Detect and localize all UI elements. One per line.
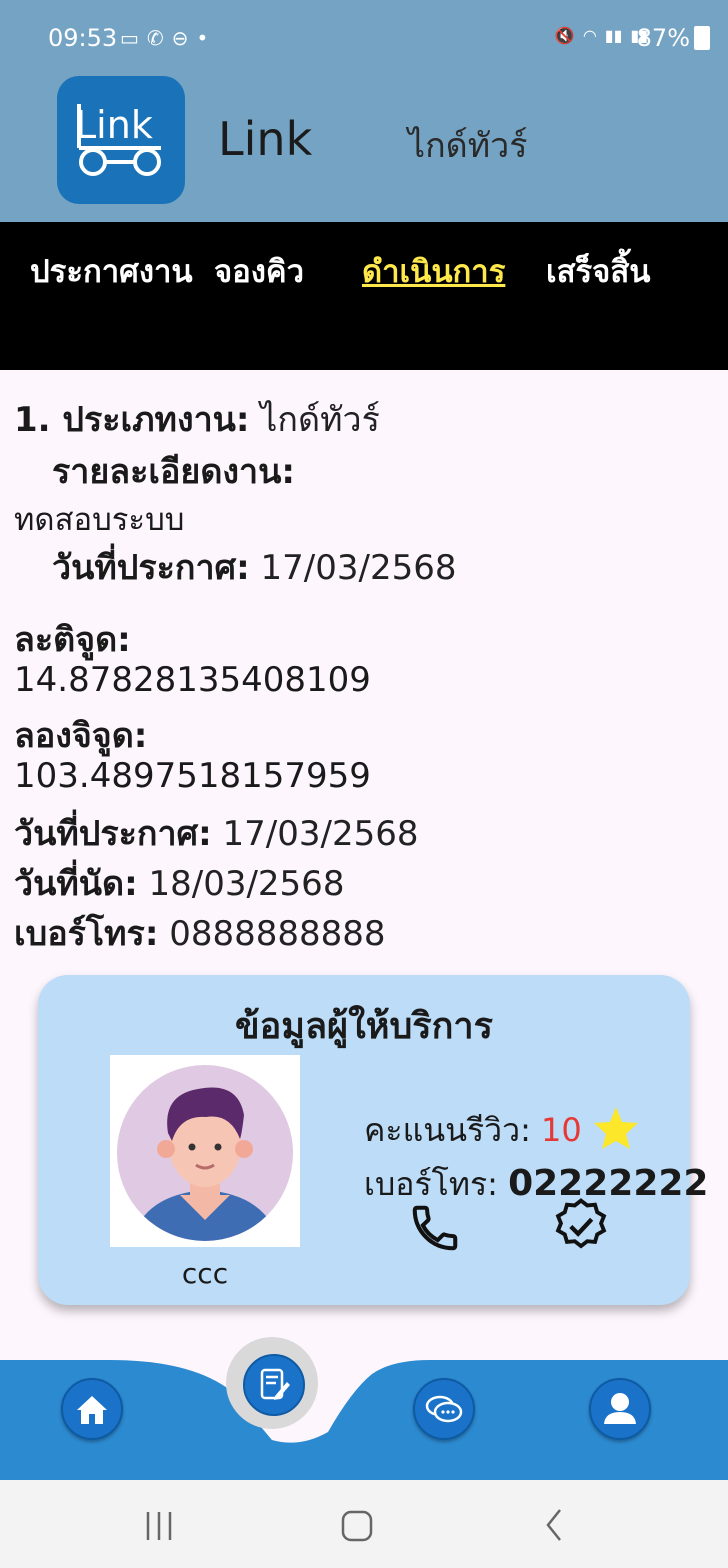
- home-system-icon[interactable]: [340, 1500, 374, 1548]
- missed-call-icon: ✆: [146, 26, 164, 50]
- status-right-icons: 🔇 ◠ ▮▮ ▮▮: [555, 26, 648, 45]
- signal-lte1-icon: ▮▮: [604, 26, 623, 45]
- app-header: 09:53 ▭ ✆ ⊖ • 🔇 ◠ ▮▮ ▮▮ 87% Link Link ไก…: [0, 0, 728, 222]
- appointment-date-label: วันที่นัด:: [14, 864, 138, 904]
- nav-profile-button[interactable]: [589, 1378, 651, 1440]
- provider-name: ccc: [181, 1257, 229, 1290]
- verified-badge-icon[interactable]: [552, 1197, 610, 1255]
- tab-in-progress[interactable]: ดำเนินการ: [362, 246, 505, 296]
- avatar-icon: [117, 1065, 293, 1241]
- job-type-label: 1. ประเภทงาน:: [14, 400, 250, 440]
- battery-icon: [694, 26, 710, 50]
- star-icon: [593, 1107, 638, 1149]
- appointment-date-value: 18/03/2568: [137, 864, 345, 904]
- profile-icon: [604, 1393, 636, 1424]
- job-detail-label-row: รายละเอียดงาน:: [52, 444, 295, 498]
- nav-chat-button[interactable]: [413, 1378, 475, 1440]
- bottom-navigation: [0, 1360, 728, 1480]
- dot-icon: •: [196, 26, 209, 50]
- header-category: ไกด์ทัวร์: [408, 126, 528, 166]
- review-score: 10: [541, 1111, 582, 1149]
- announce-date-label-1: วันที่ประกาศ:: [52, 548, 250, 588]
- edit-document-icon: [260, 1368, 290, 1400]
- tab-completed[interactable]: เสร็จสิ้น: [546, 246, 650, 296]
- chat-icon: [425, 1395, 463, 1423]
- mute-icon: 🔇: [554, 26, 575, 45]
- provider-phone-label: เบอร์โทร:: [364, 1165, 509, 1203]
- home-icon: [77, 1396, 107, 1424]
- job-phone-value: 0888888888: [158, 914, 386, 954]
- tab-bar: ประกาศงาน จองคิว ดำเนินการ เสร็จสิ้น: [0, 222, 728, 370]
- job-detail-label: รายละเอียดงาน:: [52, 452, 295, 492]
- appointment-date-row: วันที่นัด: 18/03/2568: [14, 856, 344, 910]
- back-icon[interactable]: [542, 1500, 566, 1548]
- announce-date-value-2: 17/03/2568: [211, 814, 419, 854]
- video-icon: ▭: [120, 26, 139, 50]
- battery-level: 87%: [636, 24, 690, 52]
- longitude-value: 103.4897518157959: [14, 756, 371, 796]
- announce-date-value-1: 17/03/2568: [249, 548, 457, 588]
- job-type-value: ไกด์ทัวร์: [249, 400, 380, 440]
- tab-booking[interactable]: จองคิว: [214, 246, 304, 296]
- latitude-label-row: ละติจูด:: [14, 612, 131, 666]
- announce-date-label-2: วันที่ประกาศ:: [14, 814, 212, 854]
- status-bar: 09:53 ▭ ✆ ⊖ • 🔇 ◠ ▮▮ ▮▮ 87%: [0, 0, 728, 78]
- svg-text:Link: Link: [75, 103, 153, 147]
- review-label: คะแนนรีวิว:: [364, 1111, 542, 1149]
- battery-indicator: 87%: [637, 24, 710, 52]
- system-navigation-bar: [0, 1480, 728, 1568]
- app-logo: Link: [57, 76, 185, 204]
- provider-card: ข้อมูลผู้ให้บริการ ccc คะแนนรีวิว: 10 เบ…: [38, 975, 708, 1305]
- review-score-row: คะแนนรีวิว: 10: [364, 1105, 640, 1156]
- longitude-label: ลองจิจูด:: [14, 716, 148, 756]
- dnd-icon: ⊖: [171, 26, 189, 50]
- announce-date-row-2: วันที่ประกาศ: 17/03/2568: [14, 806, 419, 860]
- job-type-row: 1. ประเภทงาน: ไกด์ทัวร์: [14, 392, 380, 446]
- provider-avatar: [110, 1055, 300, 1247]
- announce-date-row-1: วันที่ประกาศ: 17/03/2568: [52, 540, 457, 594]
- job-phone-row: เบอร์โทร: 0888888888: [14, 906, 386, 960]
- provider-card-title: ข้อมูลผู้ให้บริการ: [235, 1006, 493, 1047]
- phone-call-icon[interactable]: [408, 1201, 462, 1255]
- app-name: Link: [218, 112, 313, 166]
- recent-apps-icon[interactable]: [144, 1500, 174, 1548]
- nav-jobs-fab[interactable]: [243, 1354, 305, 1416]
- nav-home-button[interactable]: [61, 1378, 123, 1440]
- link-logo-icon: Link: [75, 103, 161, 176]
- longitude-label-row: ลองจิจูด:: [14, 708, 147, 762]
- job-phone-label: เบอร์โทร:: [14, 914, 159, 954]
- status-left-icons: ▭ ✆ ⊖ •: [120, 26, 208, 50]
- status-time: 09:53: [48, 24, 118, 52]
- job-detail-value: ทดสอบระบบ: [14, 502, 185, 538]
- tab-announce[interactable]: ประกาศงาน: [30, 246, 193, 296]
- latitude-label: ละติจูด:: [14, 620, 131, 660]
- latitude-value: 14.87828135408109: [14, 660, 371, 700]
- wifi-icon: ◠: [582, 26, 597, 45]
